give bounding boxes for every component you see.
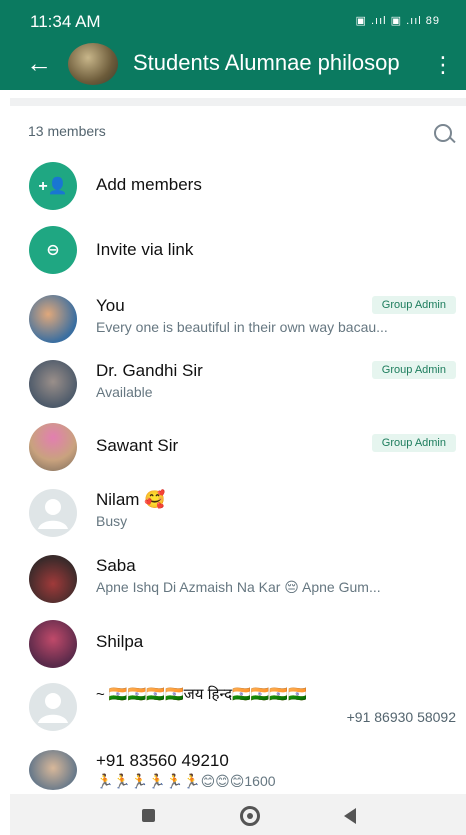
member-row[interactable]: +91 83560 49210 🏃🏃🏃🏃🏃🏃😊😊😊1600	[0, 750, 466, 790]
member-name: You	[96, 296, 125, 315]
member-status: Available	[96, 384, 153, 400]
group-avatar[interactable]	[68, 43, 118, 85]
member-name: Dr. Gandhi Sir	[96, 361, 203, 380]
member-name: +91 83560 49210	[96, 751, 229, 770]
add-member-icon: +👤	[29, 162, 77, 210]
avatar	[29, 423, 77, 471]
back-arrow-icon[interactable]: ←	[26, 48, 52, 79]
member-status: 🏃🏃🏃🏃🏃🏃😊😊😊1600	[96, 773, 276, 789]
avatar	[29, 360, 77, 408]
member-row[interactable]: Nilam 🥰 Busy	[0, 489, 466, 537]
member-status: Apne Ishq Di Azmaish Na Kar 😔 Apne Gum..…	[96, 579, 381, 595]
search-icon[interactable]	[434, 124, 452, 142]
group-title[interactable]: Students Alumnae philosop	[133, 50, 453, 76]
home-icon[interactable]	[240, 806, 260, 826]
section-divider	[10, 98, 466, 106]
chat-info-header: ← Students Alumnae philosop ⋮	[0, 42, 466, 90]
link-icon: ⊖	[29, 226, 77, 274]
members-count: 13 members	[28, 123, 106, 139]
member-name: Nilam 🥰	[96, 490, 166, 509]
member-name: ~ 🇮🇳🇮🇳🇮🇳🇮🇳जय हिन्द🇮🇳🇮🇳🇮🇳🇮🇳	[96, 686, 307, 703]
member-row[interactable]: ~ 🇮🇳🇮🇳🇮🇳🇮🇳जय हिन्द🇮🇳🇮🇳🇮🇳🇮🇳 +91 86930 580…	[0, 683, 466, 731]
more-options-icon[interactable]: ⋮	[432, 52, 454, 78]
status-time: 11:34 AM	[30, 12, 101, 31]
member-name: Sawant Sir	[96, 436, 179, 455]
member-row[interactable]: Saba Apne Ishq Di Azmaish Na Kar 😔 Apne …	[0, 555, 466, 603]
default-avatar-icon	[29, 683, 77, 731]
member-status: Busy	[96, 513, 128, 529]
avatar	[29, 750, 77, 790]
system-nav-bar	[10, 794, 466, 835]
invite-link-row[interactable]: ⊖ Invite via link	[0, 226, 466, 274]
member-row[interactable]: Dr. Gandhi Sir Group Admin Available	[0, 360, 466, 408]
member-status: Every one is beautiful in their own way …	[96, 319, 388, 335]
admin-badge: Group Admin	[371, 296, 456, 314]
status-icons: ▣ .ııl ▣ .ııl 89	[355, 15, 440, 27]
add-members-label: Add members	[96, 175, 202, 194]
member-row[interactable]: You Group Admin Every one is beautiful i…	[0, 295, 466, 343]
member-row[interactable]: Sawant Sir Group Admin	[0, 423, 466, 471]
avatar	[29, 295, 77, 343]
avatar	[29, 620, 77, 668]
avatar	[29, 555, 77, 603]
status-bar: 11:34 AM ▣ .ııl ▣ .ııl 89	[0, 0, 466, 42]
invite-link-label: Invite via link	[96, 240, 194, 259]
member-name: Shilpa	[96, 632, 144, 651]
admin-badge: Group Admin	[371, 361, 456, 379]
member-row[interactable]: Shilpa	[0, 620, 466, 668]
member-name: Saba	[96, 556, 136, 575]
add-members-row[interactable]: +👤 Add members	[0, 162, 466, 210]
default-avatar-icon	[29, 489, 77, 537]
recents-icon[interactable]	[142, 809, 155, 822]
back-icon[interactable]	[344, 808, 356, 824]
member-phone: +91 86930 58092	[346, 709, 456, 725]
admin-badge: Group Admin	[371, 434, 456, 452]
